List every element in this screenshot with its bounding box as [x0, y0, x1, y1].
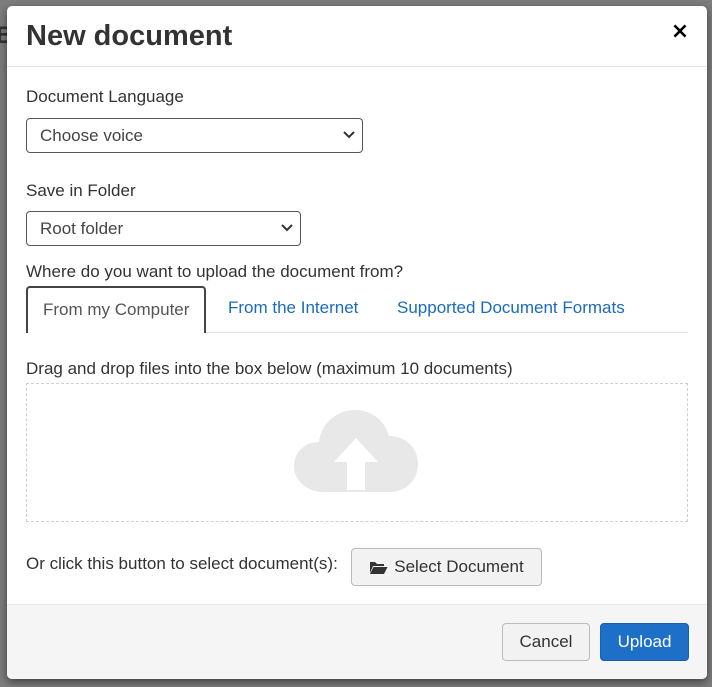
upload-source-tabs: From my Computer From the Internet Suppo…: [26, 286, 688, 333]
select-document-prompt: Or click this button to select document(…: [26, 554, 338, 573]
tab-supported-document-formats[interactable]: Supported Document Formats: [382, 286, 640, 332]
upload-source-label: Where do you want to upload the document…: [26, 262, 404, 281]
save-in-folder-label: Save in Folder: [26, 181, 136, 200]
document-language-value: Choose voice: [40, 126, 144, 145]
select-document-label: Select Document: [394, 557, 524, 576]
folder-open-icon: [370, 561, 388, 574]
chevron-down-icon: [343, 131, 355, 139]
dialog-header: New document ×: [7, 6, 707, 67]
save-in-folder-select[interactable]: Root folder: [26, 211, 301, 246]
cloud-upload-icon: [294, 410, 418, 492]
cancel-button[interactable]: Cancel: [502, 623, 590, 661]
upload-button[interactable]: Upload: [600, 623, 689, 661]
new-document-dialog: New document × Document Language Choose …: [7, 6, 707, 679]
dialog-footer: Cancel Upload: [7, 604, 707, 679]
dialog-title: New document: [26, 20, 233, 52]
tab-from-my-computer[interactable]: From my Computer: [26, 286, 207, 333]
file-dropzone[interactable]: [26, 383, 688, 522]
select-document-button[interactable]: Select Document: [351, 548, 542, 586]
document-language-select[interactable]: Choose voice: [26, 118, 363, 153]
document-language-label: Document Language: [26, 87, 184, 106]
close-button[interactable]: ×: [669, 20, 691, 44]
save-in-folder-value: Root folder: [40, 219, 124, 238]
dropzone-instructions: Drag and drop files into the box below (…: [26, 359, 513, 378]
tab-from-the-internet[interactable]: From the Internet: [213, 286, 373, 332]
chevron-down-icon: [281, 224, 293, 232]
